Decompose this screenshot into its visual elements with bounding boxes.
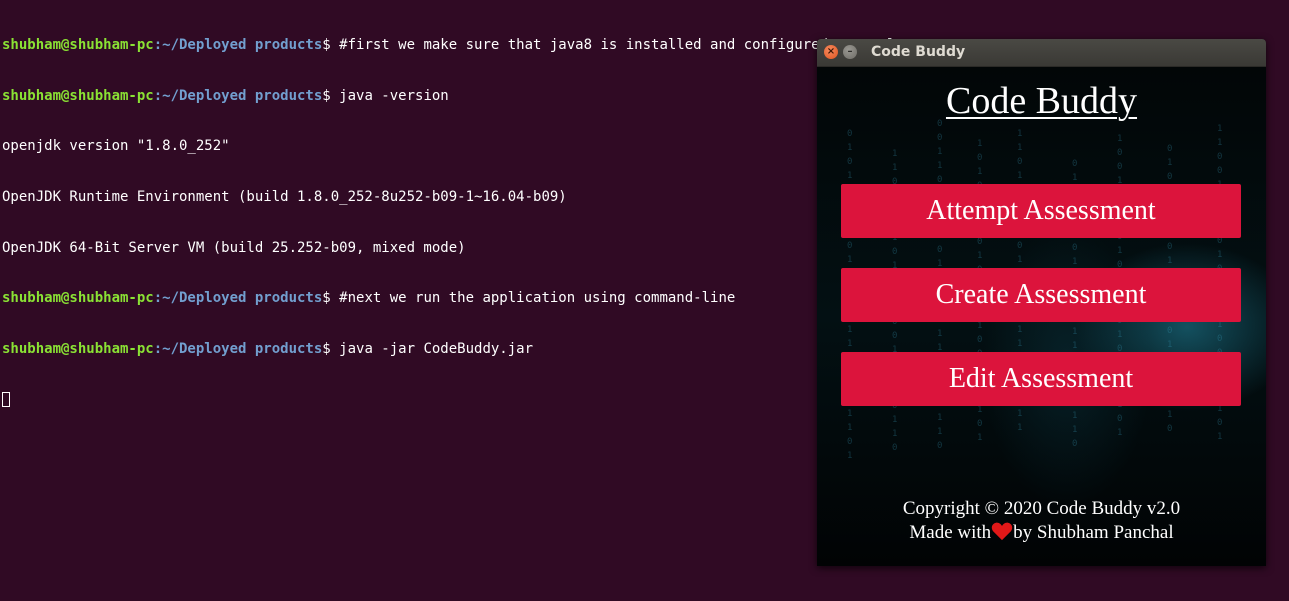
command-text: java -jar CodeBuddy.jar [339, 341, 534, 358]
app-content: 0 1 0 1 1 0 1 0 0 1 1 0 1 0 1 1 0 1 0 0 … [817, 67, 1266, 566]
terminal-output-line: OpenJDK 64-Bit Server VM (build 25.252-b… [2, 239, 466, 256]
prompt-symbol: $ [322, 36, 340, 53]
prompt-path: :~/Deployed products [153, 36, 323, 53]
copyright-text: Copyright © 2020 Code Buddy v2.0 [902, 498, 1181, 519]
author-label: by Shubham Panchal [1013, 522, 1174, 543]
prompt-user: shubham@shubham-pc [2, 341, 154, 358]
app-title: Code Buddy [945, 80, 1138, 122]
heart-icon [991, 522, 1013, 541]
prompt-symbol: $ [322, 290, 340, 307]
terminal-line-7: shubham@shubham-pc:~/Deployed products$ … [2, 341, 904, 358]
made-with-label: Made with [909, 522, 992, 543]
made-with-line: Made with by Shubham Panchal [817, 521, 1266, 544]
terminal-line-2: shubham@shubham-pc:~/Deployed products$ … [2, 88, 904, 105]
terminal-output-line: openjdk version "1.8.0_252" [2, 138, 230, 155]
prompt-user: shubham@shubham-pc [2, 87, 154, 104]
prompt-path: :~/Deployed products [153, 341, 323, 358]
terminal[interactable]: shubham@shubham-pc:~/Deployed products$ … [2, 3, 904, 426]
terminal-cursor [2, 391, 10, 407]
prompt-path: :~/Deployed products [153, 290, 323, 307]
create-assessment-button[interactable]: Create Assessment [841, 268, 1241, 322]
terminal-input-line[interactable] [2, 391, 904, 409]
prompt-user: shubham@shubham-pc [2, 36, 154, 53]
prompt-user: shubham@shubham-pc [2, 290, 154, 307]
code-buddy-window: × – Code Buddy 0 1 0 1 1 0 1 0 0 1 1 0 1… [817, 39, 1266, 566]
terminal-line-6: shubham@shubham-pc:~/Deployed products$ … [2, 290, 904, 307]
attempt-assessment-button[interactable]: Attempt Assessment [841, 184, 1241, 238]
terminal-line-1: shubham@shubham-pc:~/Deployed products$ … [2, 37, 904, 54]
minimize-icon[interactable]: – [843, 45, 857, 59]
window-title: Code Buddy [871, 44, 966, 60]
prompt-path: :~/Deployed products [153, 87, 323, 104]
terminal-output-line: OpenJDK Runtime Environment (build 1.8.0… [2, 188, 567, 205]
prompt-symbol: $ [322, 87, 340, 104]
command-text: #next we run the application using comma… [339, 290, 736, 307]
command-text: java -version [339, 87, 449, 104]
prompt-symbol: $ [322, 341, 340, 358]
close-icon[interactable]: × [824, 45, 838, 59]
window-titlebar[interactable]: × – Code Buddy [817, 39, 1266, 67]
edit-assessment-button[interactable]: Edit Assessment [841, 352, 1241, 406]
